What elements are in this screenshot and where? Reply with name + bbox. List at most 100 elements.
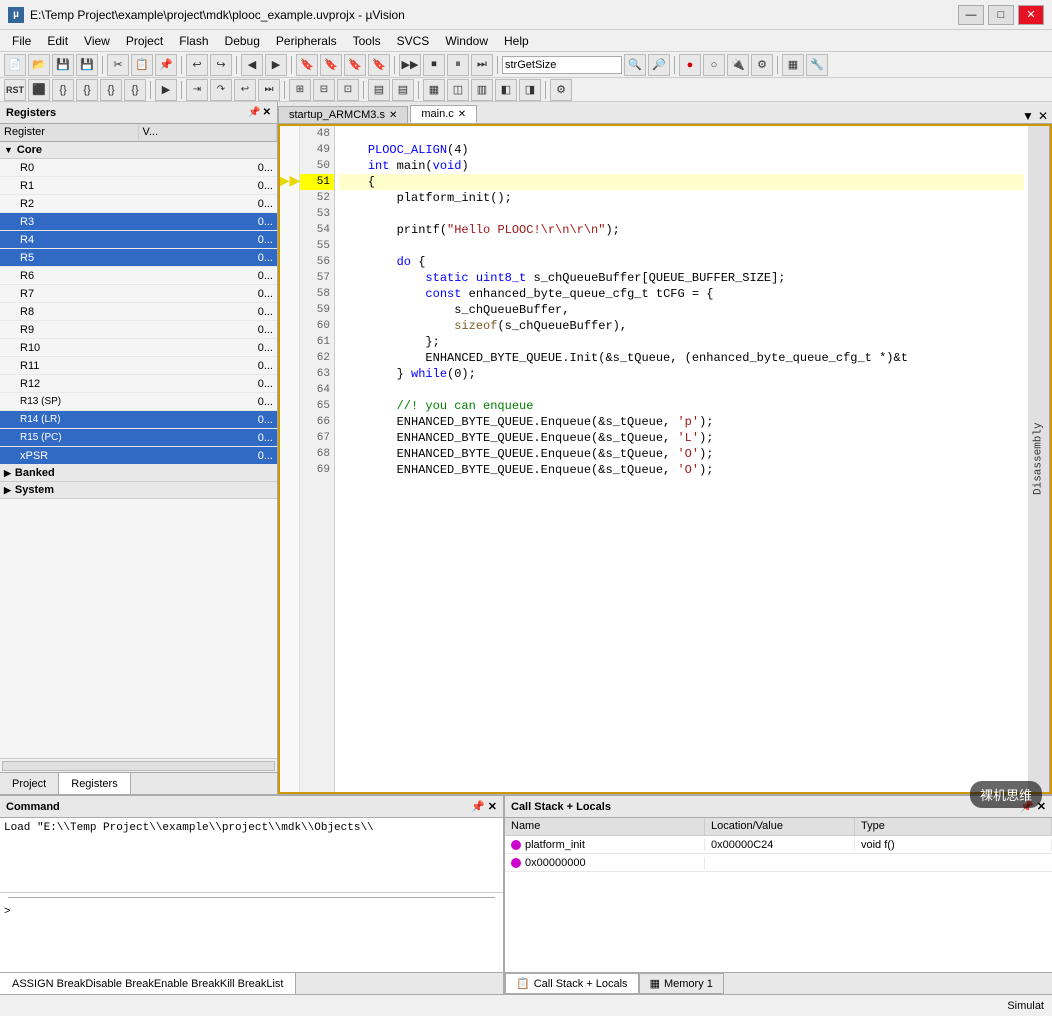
menu-item-flash[interactable]: Flash: [171, 32, 216, 50]
disassembly-sidebar[interactable]: Disassembly: [1028, 126, 1050, 792]
reg-row-r12[interactable]: R12 0...: [0, 375, 277, 393]
reg-row-r9[interactable]: R9 0...: [0, 321, 277, 339]
cmd-pin-icon[interactable]: 📌: [471, 801, 485, 813]
reg-row-r3[interactable]: R3 0...: [0, 213, 277, 231]
tab-close-icon[interactable]: ✕: [1038, 109, 1048, 123]
cs-row-0[interactable]: platform_init 0x00000C24 void f(): [505, 836, 1052, 854]
tb-paste[interactable]: 📌: [155, 54, 177, 76]
tb-save[interactable]: 💾: [52, 54, 74, 76]
menu-item-peripherals[interactable]: Peripherals: [268, 32, 345, 50]
reg-hscroll[interactable]: [0, 758, 277, 772]
menu-item-debug[interactable]: Debug: [217, 32, 268, 50]
reg-row-r13[interactable]: R13 (SP) 0...: [0, 393, 277, 411]
cmd-close-icon[interactable]: ✕: [488, 801, 497, 813]
cs-tab-memory[interactable]: ▦ Memory 1: [639, 973, 724, 994]
reg-row-r10[interactable]: R10 0...: [0, 339, 277, 357]
tb2-step3[interactable]: ↩: [234, 79, 256, 101]
tb2-rst[interactable]: RST: [4, 79, 26, 101]
cmd-assign-text[interactable]: ASSIGN BreakDisable BreakEnable BreakKil…: [0, 973, 296, 994]
reg-row-r2[interactable]: R2 0...: [0, 195, 277, 213]
tb-back[interactable]: ◀: [241, 54, 263, 76]
reg-row-r11[interactable]: R11 0...: [0, 357, 277, 375]
code-editor[interactable]: ▶ ▶: [278, 124, 1052, 794]
tb-search2[interactable]: 🔎: [648, 54, 670, 76]
tab-startup[interactable]: startup_ARMCM3.s ✕: [278, 106, 408, 123]
tb2-tools[interactable]: ⚙: [550, 79, 572, 101]
reg-group-system[interactable]: ▶ System: [0, 482, 277, 499]
tb2-view2[interactable]: ◫: [447, 79, 469, 101]
menu-item-view[interactable]: View: [76, 32, 118, 50]
reg-group-banked[interactable]: ▶ Banked: [0, 465, 277, 482]
tb2-dbg3[interactable]: ⊡: [337, 79, 359, 101]
menu-item-project[interactable]: Project: [118, 32, 171, 50]
tb-dbg4[interactable]: ⏭: [471, 54, 493, 76]
tb2-dbg2[interactable]: ⊟: [313, 79, 335, 101]
panel-close-icon[interactable]: ✕: [263, 107, 271, 118]
tb-cols[interactable]: ▦: [782, 54, 804, 76]
tab-dropdown-icon[interactable]: ▼: [1022, 109, 1034, 123]
tb2-4[interactable]: {}: [100, 79, 122, 101]
search-dropdown[interactable]: [502, 56, 622, 74]
menu-item-svcs[interactable]: SVCS: [389, 32, 438, 50]
tab-project[interactable]: Project: [0, 773, 59, 794]
tab-registers[interactable]: Registers: [59, 773, 130, 794]
tb2-3[interactable]: {}: [76, 79, 98, 101]
reg-row-r7[interactable]: R7 0...: [0, 285, 277, 303]
mainc-close-icon[interactable]: ✕: [458, 109, 466, 120]
menu-item-window[interactable]: Window: [437, 32, 496, 50]
tb-fwd[interactable]: ▶: [265, 54, 287, 76]
close-button[interactable]: ✕: [1018, 5, 1044, 25]
tb-more1[interactable]: 🔌: [727, 54, 749, 76]
reg-row-xpsr[interactable]: xPSR 0...: [0, 447, 277, 465]
tb2-5[interactable]: {}: [124, 79, 146, 101]
tb2-step2[interactable]: ↷: [210, 79, 232, 101]
tb2-mem2[interactable]: ▤: [392, 79, 414, 101]
reg-row-r0[interactable]: R0 0...: [0, 159, 277, 177]
tb-run[interactable]: ●: [679, 54, 701, 76]
tb2-2[interactable]: {}: [52, 79, 74, 101]
reg-group-core[interactable]: ▼ Core: [0, 142, 277, 159]
tb-redo[interactable]: ↪: [210, 54, 232, 76]
tb2-view3[interactable]: ▥: [471, 79, 493, 101]
reg-row-r6[interactable]: R6 0...: [0, 267, 277, 285]
tb2-view5[interactable]: ◨: [519, 79, 541, 101]
tb-dbg3[interactable]: ⏸: [447, 54, 469, 76]
tb-cut[interactable]: ✂: [107, 54, 129, 76]
startup-close-icon[interactable]: ✕: [389, 110, 397, 121]
menu-item-tools[interactable]: Tools: [345, 32, 389, 50]
tb-bookmark2[interactable]: 🔖: [320, 54, 342, 76]
tb2-step4[interactable]: ⏭: [258, 79, 280, 101]
panel-pin-icon[interactable]: 📌: [248, 107, 260, 118]
menu-item-help[interactable]: Help: [496, 32, 537, 50]
tb-dbg2[interactable]: ⏹: [423, 54, 445, 76]
menu-item-edit[interactable]: Edit: [39, 32, 76, 50]
tb-stop[interactable]: ○: [703, 54, 725, 76]
reg-row-r5[interactable]: R5 0...: [0, 249, 277, 267]
tb2-step1[interactable]: ⇥: [186, 79, 208, 101]
tb-more2[interactable]: ⚙: [751, 54, 773, 76]
tb-dbg1[interactable]: ▶▶: [399, 54, 421, 76]
reg-row-r14[interactable]: R14 (LR) 0...: [0, 411, 277, 429]
tb2-mem1[interactable]: ▤: [368, 79, 390, 101]
tb2-view4[interactable]: ◧: [495, 79, 517, 101]
cs-row-1[interactable]: 0x00000000: [505, 854, 1052, 872]
tb2-view1[interactable]: ▦: [423, 79, 445, 101]
tb-save-all[interactable]: 💾: [76, 54, 98, 76]
cs-tab-callstack[interactable]: 📋 Call Stack + Locals: [505, 973, 639, 994]
menu-item-file[interactable]: File: [4, 32, 39, 50]
tb2-1[interactable]: ⬛: [28, 79, 50, 101]
tb-settings[interactable]: 🔧: [806, 54, 828, 76]
tb-new[interactable]: 📄: [4, 54, 26, 76]
tb-copy[interactable]: 📋: [131, 54, 153, 76]
tb-undo[interactable]: ↩: [186, 54, 208, 76]
tb2-run[interactable]: ▶: [155, 79, 177, 101]
reg-row-r15[interactable]: R15 (PC) 0...: [0, 429, 277, 447]
reg-row-r1[interactable]: R1 0...: [0, 177, 277, 195]
tb-open[interactable]: 📂: [28, 54, 50, 76]
tb-bookmark3[interactable]: 🔖: [344, 54, 366, 76]
tb-search1[interactable]: 🔍: [624, 54, 646, 76]
minimize-button[interactable]: —: [958, 5, 984, 25]
tb2-dbg1[interactable]: ⊞: [289, 79, 311, 101]
tb-bookmark4[interactable]: 🔖: [368, 54, 390, 76]
reg-row-r4[interactable]: R4 0...: [0, 231, 277, 249]
